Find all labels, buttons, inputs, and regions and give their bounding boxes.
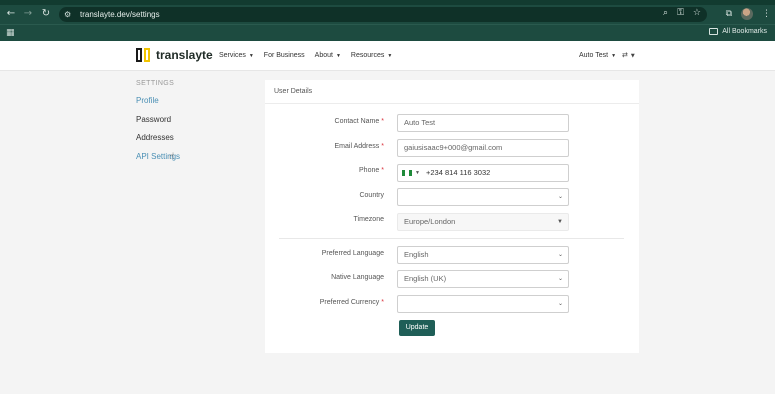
sidebar-item-addresses[interactable]: Addresses: [136, 133, 174, 142]
preferred-language-select[interactable]: English ⌄: [397, 246, 569, 264]
language-switcher[interactable]: ⇄ ▼: [622, 51, 635, 59]
logo-mark-dark: [136, 48, 142, 62]
preferred-language-label-text: Preferred Language: [321, 250, 384, 257]
logo-text: translayte: [156, 48, 213, 62]
all-bookmarks-label: All Bookmarks: [722, 28, 767, 35]
logo-mark-yellow: [144, 48, 150, 62]
timezone-label: Timezone: [264, 216, 384, 223]
country-select[interactable]: ⌄: [397, 188, 569, 206]
chevron-down-icon: ⌄: [557, 301, 563, 307]
forward-icon[interactable]: →: [22, 8, 34, 20]
email-label: Email Address *: [264, 143, 384, 150]
nav-for-business[interactable]: For Business: [264, 52, 305, 59]
chevron-down-icon: ▼: [611, 53, 617, 59]
preferred-language-label: Preferred Language: [264, 250, 384, 257]
folder-icon: [709, 28, 719, 35]
timezone-select[interactable]: Europe/London ▼: [397, 213, 569, 231]
country-label-text: Country: [359, 192, 384, 199]
chevron-down-icon: ▼: [248, 53, 254, 59]
nav-resources-label: Resources: [350, 52, 385, 59]
back-icon[interactable]: ←: [5, 8, 17, 20]
required-marker: *: [381, 167, 384, 174]
phone-label-text: Phone: [359, 167, 380, 174]
chevron-down-icon: ⌄: [557, 276, 563, 282]
main-nav: Services ▼ For Business About ▼ Resources ▼: [219, 52, 392, 59]
phone-label: Phone *: [264, 167, 384, 174]
menu-icon[interactable]: ⋮: [762, 9, 771, 19]
phone-input[interactable]: ▼ +234 814 116 3032: [397, 164, 569, 182]
bookmarks-bar: ▦ All Bookmarks: [0, 24, 775, 41]
browser-toolbar: ← → ↻ ⚙ translayte.dev/settings ⌕ ⚿ ☆ ⧉ …: [0, 5, 775, 24]
contact-name-label: Contact Name *: [264, 118, 384, 125]
preferred-language-value: English: [404, 250, 429, 259]
native-language-value: English (UK): [404, 274, 447, 283]
reload-icon[interactable]: ↻: [40, 8, 52, 20]
logo[interactable]: translayte: [136, 48, 213, 62]
native-language-label: Native Language: [264, 274, 384, 281]
preferred-currency-label: Preferred Currency *: [264, 299, 384, 306]
native-language-select[interactable]: English (UK) ⌄: [397, 270, 569, 288]
update-button[interactable]: Update: [399, 320, 435, 336]
timezone-value: Europe/London: [404, 217, 456, 226]
star-icon[interactable]: ☆: [693, 8, 701, 18]
native-language-label-text: Native Language: [331, 274, 384, 281]
chevron-down-icon: ⌄: [557, 252, 563, 258]
chevron-down-icon[interactable]: ▼: [415, 165, 420, 181]
nav-services-label: Services: [219, 52, 246, 59]
nav-for-business-label: For Business: [263, 52, 305, 59]
nav-services[interactable]: Services ▼: [219, 52, 254, 59]
nav-about-label: About: [314, 52, 333, 59]
site-settings-icon[interactable]: ⚙: [64, 10, 78, 19]
nav-resources[interactable]: Resources ▼: [351, 52, 392, 59]
contact-name-input[interactable]: Auto Test: [397, 114, 569, 132]
nav-about[interactable]: About ▼: [315, 52, 341, 59]
card-header: User Details: [265, 80, 639, 104]
sidebar-item-profile[interactable]: Profile: [136, 96, 159, 105]
preferred-currency-label-text: Preferred Currency: [319, 299, 380, 306]
url-text: translayte.dev/settings: [80, 10, 160, 19]
required-marker: *: [381, 118, 384, 125]
chevron-down-icon: ▼: [335, 53, 341, 59]
email-label-text: Email Address: [334, 143, 380, 150]
account-label: Auto Test: [579, 52, 609, 59]
chevron-down-icon: ▼: [630, 53, 635, 59]
required-marker: *: [381, 299, 384, 306]
section-divider: [279, 238, 624, 239]
all-bookmarks-button[interactable]: All Bookmarks: [709, 28, 767, 35]
required-marker: *: [381, 143, 384, 150]
phone-number-text: +234 814 116 3032: [426, 168, 491, 177]
preferred-currency-select[interactable]: ⌄: [397, 295, 569, 313]
apps-icon[interactable]: ▦: [6, 28, 15, 38]
profile-avatar[interactable]: [741, 8, 753, 20]
chevron-down-icon: ▼: [557, 219, 563, 225]
password-icon[interactable]: ⚿: [677, 8, 684, 18]
country-label: Country: [264, 192, 384, 199]
chevron-down-icon: ⌄: [557, 194, 563, 200]
sidebar-item-password[interactable]: Password: [136, 115, 171, 124]
site-header: translayte Services ▼ For Business About ▼…: [0, 41, 775, 71]
address-bar[interactable]: ⚙ translayte.dev/settings ⌕ ⚿ ☆: [59, 7, 707, 22]
timezone-label-text: Timezone: [353, 216, 384, 223]
chevron-down-icon: ▼: [387, 53, 393, 59]
email-input[interactable]: gaiusisaac9+000@gmail.com: [397, 139, 569, 157]
translate-icon: ⇄: [622, 51, 628, 59]
nigeria-flag-icon[interactable]: [402, 170, 412, 176]
zoom-icon[interactable]: ⌕: [663, 8, 668, 18]
card-title: User Details: [274, 88, 313, 95]
sidebar-heading: SETTINGS: [136, 80, 175, 87]
contact-name-label-text: Contact Name: [334, 118, 380, 125]
mouse-pointer-icon: ☝: [169, 152, 175, 162]
extensions-icon[interactable]: ⧉: [726, 9, 732, 19]
account-menu[interactable]: Auto Test ▼: [579, 52, 616, 59]
